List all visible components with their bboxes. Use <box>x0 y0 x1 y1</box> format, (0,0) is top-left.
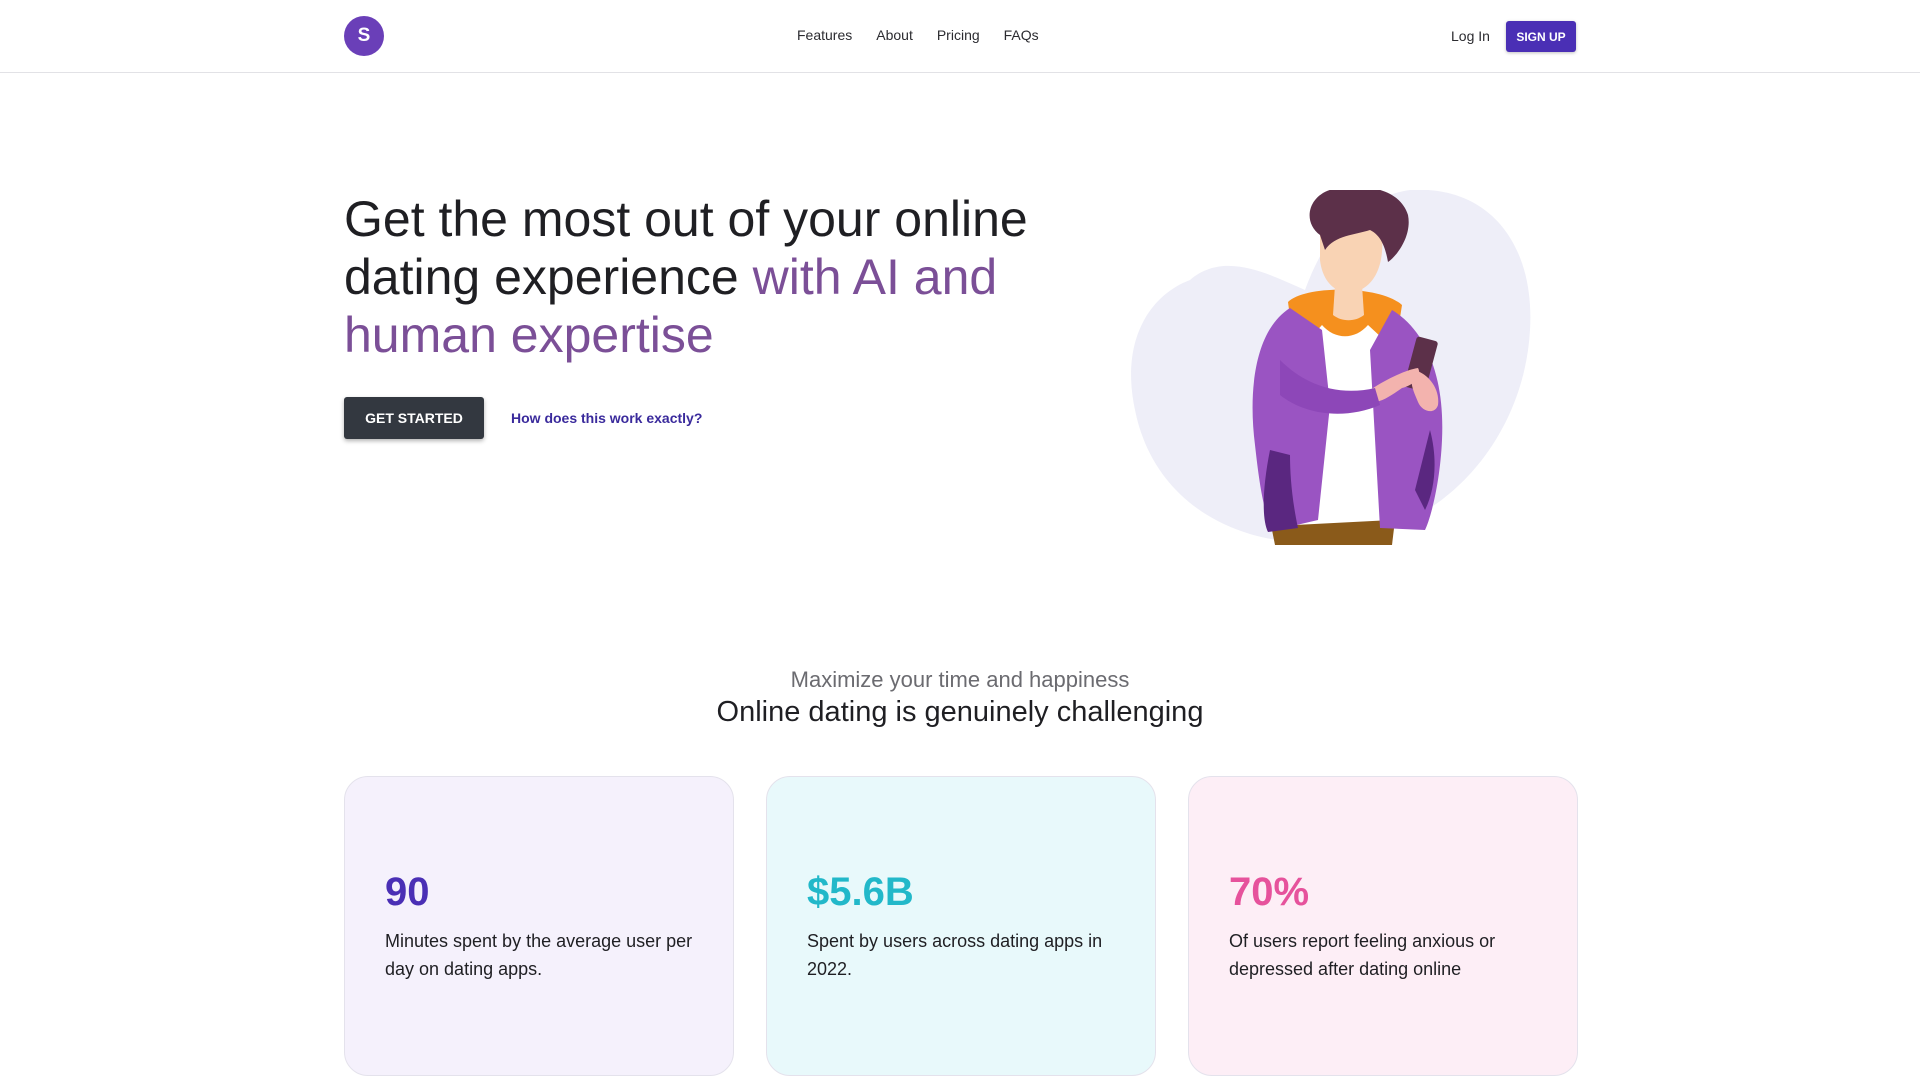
main-nav: Features About Pricing FAQs <box>797 27 1039 43</box>
stat-value: 70% <box>1229 870 1310 914</box>
top-navbar: S Features About Pricing FAQs Log In SIG… <box>0 0 1920 73</box>
section-subtitle: Maximize your time and happiness <box>790 667 1130 692</box>
stat-card-anxiety: 70% Of users report feeling anxious or d… <box>1188 776 1578 1076</box>
nav-link-features[interactable]: Features <box>797 27 852 43</box>
man-with-phone-illustration <box>1130 186 1540 550</box>
login-link[interactable]: Log In <box>1451 28 1490 44</box>
stat-value: 90 <box>385 870 430 914</box>
stat-value: $5.6B <box>807 870 914 914</box>
hero-title: Get the most out of your online dating e… <box>344 190 1064 364</box>
logo-badge[interactable]: S <box>344 16 384 56</box>
logo-letter: S <box>357 25 371 46</box>
nav-link-about[interactable]: About <box>876 27 913 43</box>
get-started-button[interactable]: GET STARTED <box>344 397 484 439</box>
signup-button[interactable]: SIGN UP <box>1506 21 1576 52</box>
nav-link-pricing[interactable]: Pricing <box>937 27 980 43</box>
stat-card-minutes: 90 Minutes spent by the average user per… <box>344 776 734 1076</box>
stat-description: Minutes spent by the average user per da… <box>385 931 693 979</box>
stat-description: Spent by users across dating apps in 202… <box>807 931 1103 979</box>
nav-link-faqs[interactable]: FAQs <box>1004 27 1039 43</box>
stat-description: Of users report feeling anxious or depre… <box>1229 931 1496 979</box>
stat-card-spending: $5.6B Spent by users across dating apps … <box>766 776 1156 1076</box>
how-it-works-link[interactable]: How does this work exactly? <box>511 410 702 426</box>
section-title: Online dating is genuinely challenging <box>716 696 1204 728</box>
